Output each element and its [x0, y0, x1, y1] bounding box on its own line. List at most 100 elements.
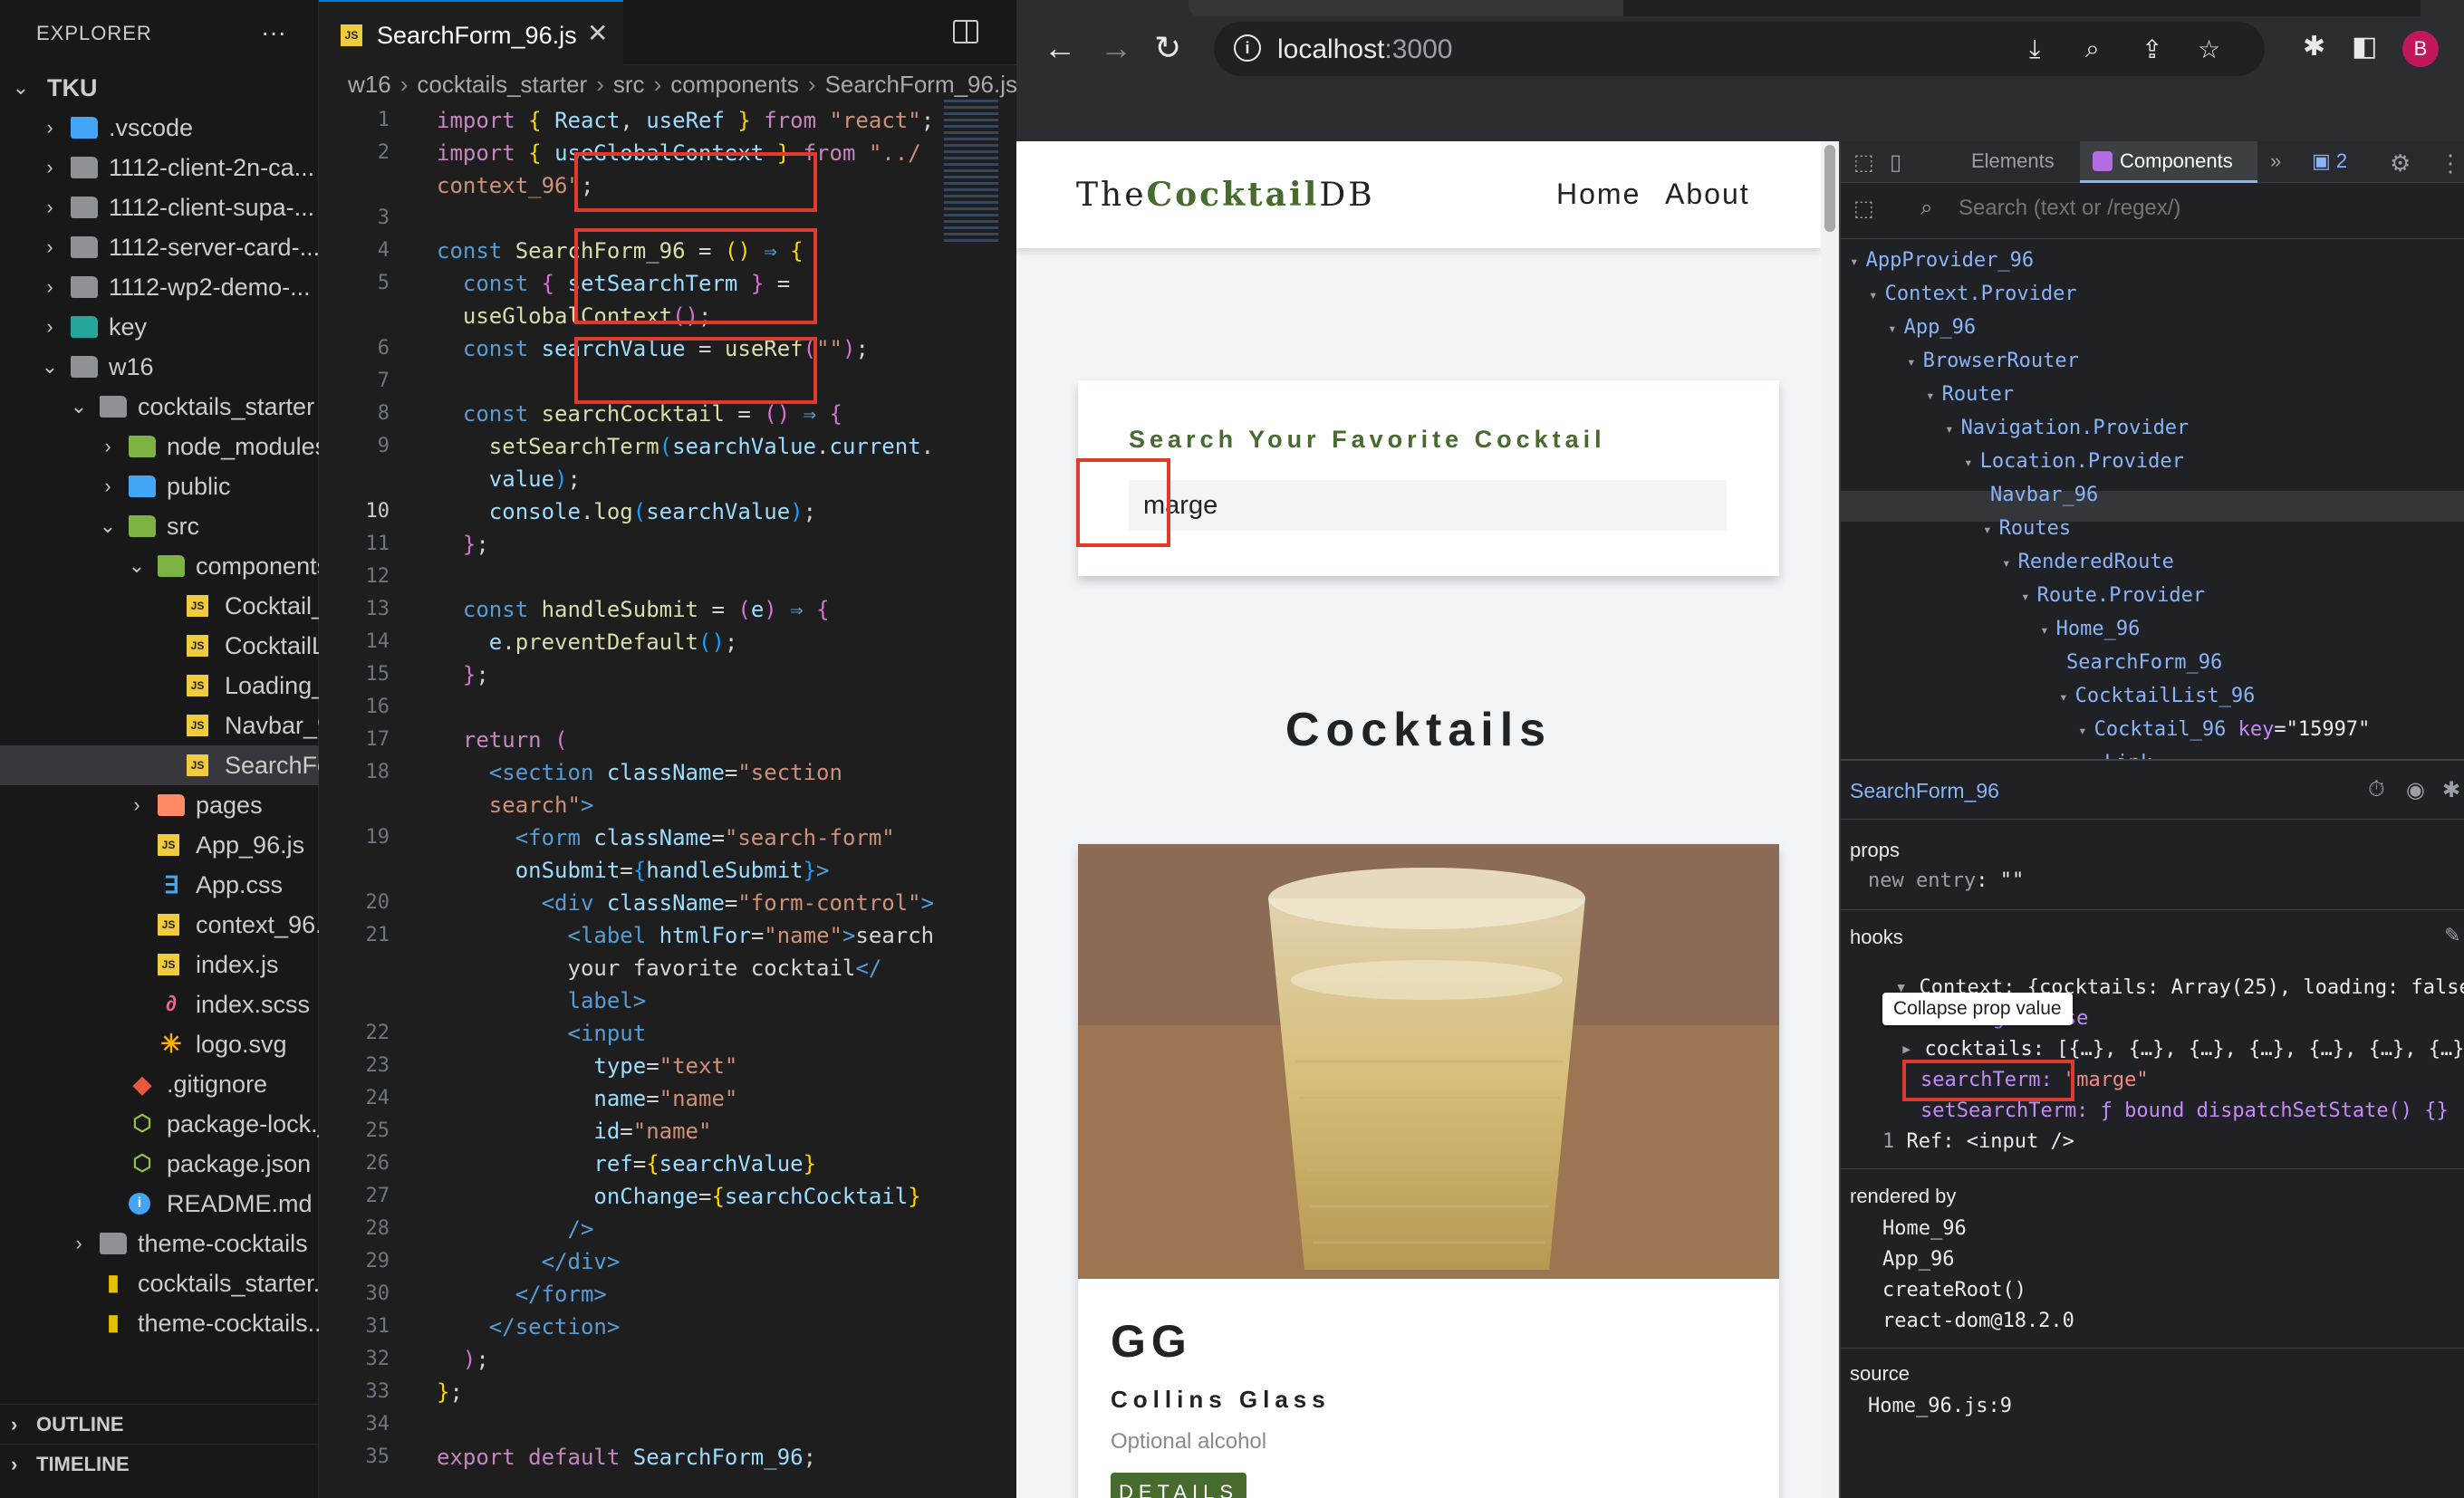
code-line[interactable]: 15 };: [319, 658, 1016, 691]
code-line[interactable]: 21 <label htmlFor="name">search: [319, 919, 1016, 952]
inspect-element-icon[interactable]: ⬚: [1853, 149, 1874, 176]
forward-arrow-icon[interactable]: →: [1100, 29, 1132, 67]
device-toolbar-icon[interactable]: ▯: [1890, 149, 1901, 176]
code-line[interactable]: 34: [319, 1408, 1016, 1441]
chevron-down-icon[interactable]: ⌄: [69, 387, 89, 427]
select-component-icon[interactable]: ⬚: [1853, 196, 1874, 222]
expand-arrow-icon[interactable]: ▾: [2002, 554, 2011, 571]
tree-item[interactable]: ⌄ TKU: [0, 68, 319, 108]
chevron-right-icon[interactable]: ›: [40, 187, 60, 227]
tree-item[interactable]: ⌄ cocktails_starter: [0, 387, 319, 427]
chevron-right-icon[interactable]: ›: [98, 427, 118, 466]
scrollbar-thumb[interactable]: [1824, 145, 1835, 232]
breadcrumb-item[interactable]: w16: [348, 71, 391, 98]
tree-item[interactable]: JS Loading_96.js: [0, 666, 319, 706]
tree-item[interactable]: JS App_96.js: [0, 825, 319, 865]
code-line[interactable]: 23 type="text": [319, 1050, 1016, 1082]
code-line[interactable]: 24 name="name": [319, 1082, 1016, 1115]
page-scrollbar[interactable]: [1821, 141, 1839, 1498]
chevron-right-icon[interactable]: ›: [98, 466, 118, 506]
code-line[interactable]: 12: [319, 561, 1016, 593]
code-line[interactable]: 29 </div>: [319, 1245, 1016, 1278]
kebab-menu-icon[interactable]: ⋮: [2439, 149, 2462, 178]
chevron-right-icon[interactable]: ›: [127, 785, 147, 825]
component-tree[interactable]: ▾ AppProvider_96 ▾ Context.Provider ▾ App_96 ▾…: [1841, 246, 2464, 759]
tree-item[interactable]: ⌄ components: [0, 546, 319, 586]
extensions-icon[interactable]: ✱: [2303, 31, 2325, 62]
code-line[interactable]: 14 e.preventDefault();: [319, 626, 1016, 658]
component-tree-node[interactable]: ▾ Navigation.Provider: [1945, 414, 2189, 443]
browser-tab[interactable]: [1189, 0, 1660, 16]
tree-item[interactable]: ⬡ package.json: [0, 1144, 319, 1184]
component-tree-node[interactable]: SearchForm_96: [2059, 648, 2222, 677]
tree-item[interactable]: ▮ theme-cocktails...: [0, 1303, 319, 1343]
code-line[interactable]: onSubmit={handleSubmit}>: [319, 854, 1016, 887]
expand-arrow-icon[interactable]: ▾: [1983, 521, 1992, 538]
code-line[interactable]: 10 console.log(searchValue);: [319, 495, 1016, 528]
code-line[interactable]: label>: [319, 984, 1016, 1017]
expand-arrow-icon[interactable]: ▾: [1964, 454, 1973, 471]
bookmark-star-icon[interactable]: ☆: [2198, 34, 2220, 64]
site-logo[interactable]: TheCocktailDB: [1076, 176, 1375, 214]
code-line[interactable]: 9 setSearchTerm(searchValue.current.: [319, 430, 1016, 463]
tree-item[interactable]: JS SearchForm...: [0, 745, 319, 785]
breadcrumb-item[interactable]: components: [670, 71, 799, 98]
component-tree-node[interactable]: Navbar_96: [1983, 481, 2098, 510]
component-tree-node[interactable]: ▾ App_96: [1888, 313, 1976, 342]
source-location[interactable]: Home_96.js:9: [1868, 1395, 2012, 1417]
component-tree-node[interactable]: ▾ Context.Provider: [1869, 280, 2077, 309]
chevron-right-icon[interactable]: ›: [69, 1224, 89, 1263]
chevron-right-icon[interactable]: ›: [40, 108, 60, 148]
tree-item[interactable]: › 1112-client-supa-...: [0, 187, 319, 227]
chevron-right-icon[interactable]: ›: [40, 148, 60, 187]
zoom-icon[interactable]: ⌕: [2085, 34, 2100, 64]
eye-icon[interactable]: ◉: [2406, 777, 2425, 803]
tree-item[interactable]: JS context_96.js: [0, 905, 319, 945]
code-line[interactable]: 13 const handleSubmit = (e) ⇒ {: [319, 593, 1016, 626]
code-line[interactable]: 30 </form>: [319, 1278, 1016, 1311]
component-tree-node[interactable]: ▾ Home_96: [2040, 615, 2140, 644]
tree-item[interactable]: › pages: [0, 785, 319, 825]
tree-item[interactable]: i README.md: [0, 1184, 319, 1224]
tree-item[interactable]: ⌄ src: [0, 506, 319, 546]
chevron-down-icon[interactable]: ⌄: [127, 546, 147, 586]
code-line[interactable]: 27 onChange={searchCocktail}: [319, 1180, 1016, 1213]
component-tree-node[interactable]: ▾ Router: [1926, 380, 2014, 409]
tree-item[interactable]: › theme-cocktails: [0, 1224, 319, 1263]
tree-item[interactable]: › 1112-client-2n-ca...: [0, 148, 319, 187]
tree-item[interactable]: › key: [0, 307, 319, 347]
chevron-right-icon[interactable]: ›: [40, 307, 60, 347]
explorer-more-icon[interactable]: ···: [261, 18, 286, 47]
tree-item[interactable]: › 1112-wp2-demo-...: [0, 267, 319, 307]
tree-item[interactable]: JS index.js: [0, 945, 319, 984]
component-tree-node[interactable]: ▾ RenderedRoute: [2002, 548, 2174, 577]
reload-icon[interactable]: ↻: [1154, 29, 1181, 67]
tab-components[interactable]: Components: [2080, 141, 2257, 183]
ref-row[interactable]: 1 Ref: <input />: [1882, 1130, 2074, 1153]
expand-arrow-icon[interactable]: ▾: [2021, 588, 2030, 605]
breadcrumb-item[interactable]: cocktails_starter: [417, 71, 587, 98]
chevron-down-icon[interactable]: ⌄: [98, 506, 118, 546]
profile-avatar[interactable]: B: [2402, 31, 2439, 67]
tab-elements[interactable]: Elements: [1971, 149, 2055, 173]
expand-arrow-icon[interactable]: ▾: [1850, 253, 1859, 270]
tree-item[interactable]: ✳ logo.svg: [0, 1024, 319, 1064]
edit-icon[interactable]: ✎: [2444, 924, 2460, 947]
tree-item[interactable]: JS Cocktail_96.js: [0, 586, 319, 626]
code-line[interactable]: 18 <section className="section: [319, 756, 1016, 789]
expand-arrow-icon[interactable]: ▾: [1945, 420, 1954, 437]
cocktails-row[interactable]: ▸ cocktails: [{…}, {…}, {…}, {…}, {…}, {…: [1901, 1038, 2464, 1061]
component-search-input[interactable]: [1959, 196, 2411, 221]
component-tree-node[interactable]: ▾ Route.Provider: [2021, 581, 2205, 610]
component-tree-node[interactable]: Link: [2097, 749, 2152, 759]
rendered-by-home[interactable]: Home_96: [1882, 1217, 1967, 1240]
tree-item[interactable]: JS Navbar_96.js: [0, 706, 319, 745]
expand-arrow-icon[interactable]: ▾: [1869, 286, 1878, 303]
breadcrumb-item[interactable]: SearchForm_96.js: [825, 71, 1017, 98]
install-icon[interactable]: ⤓: [2029, 34, 2040, 64]
code-line[interactable]: 16: [319, 691, 1016, 724]
tree-item[interactable]: › .vscode: [0, 108, 319, 148]
split-editor-icon[interactable]: [953, 20, 978, 43]
code-line[interactable]: 32 );: [319, 1343, 1016, 1376]
outline-panel-header[interactable]: › OUTLINE: [0, 1404, 319, 1444]
